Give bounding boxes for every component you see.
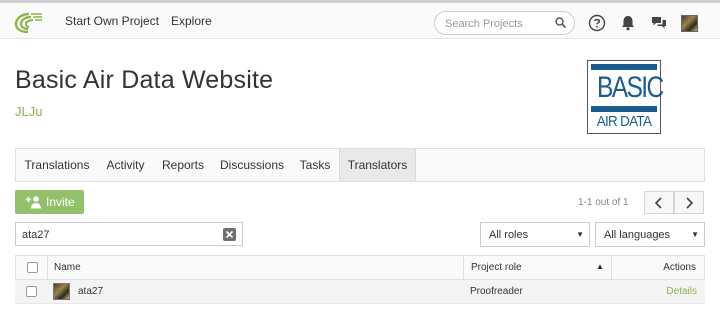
top-navbar: Start Own Project Explore	[0, 0, 720, 39]
select-all-checkbox[interactable]	[27, 262, 38, 273]
languages-select-value: All languages	[604, 229, 671, 241]
details-link[interactable]: Details	[666, 286, 697, 297]
search-input[interactable]	[445, 16, 557, 31]
tab-tasks[interactable]: Tasks	[291, 149, 339, 181]
column-header-actions: Actions	[611, 256, 704, 279]
table-row: ata27 Proofreader Details	[15, 280, 705, 304]
translator-filter	[15, 222, 243, 246]
roles-select-value: All roles	[489, 229, 529, 241]
invite-label: Invite	[46, 195, 75, 209]
translator-role: Proofreader	[470, 286, 523, 297]
tab-translations[interactable]: Translations	[16, 149, 98, 181]
next-page-button[interactable]	[674, 191, 704, 214]
project-owner-link[interactable]: JLJu	[15, 104, 42, 119]
bell-icon[interactable]	[619, 14, 637, 32]
logo-text-top: BASIC	[596, 71, 664, 104]
user-avatar[interactable]	[681, 15, 698, 32]
chat-icon[interactable]	[650, 14, 668, 32]
row-checkbox[interactable]	[26, 286, 37, 297]
chevron-right-icon	[686, 197, 694, 209]
prev-page-button[interactable]	[644, 191, 674, 214]
app-logo-icon[interactable]	[14, 11, 44, 33]
caret-down-icon: ▼	[691, 230, 699, 239]
caret-down-icon: ▼	[576, 230, 584, 239]
search-box	[434, 11, 575, 35]
roles-select[interactable]: All roles ▼	[480, 222, 590, 247]
help-icon[interactable]	[588, 14, 606, 32]
sort-ascending-icon[interactable]: ▲	[596, 262, 604, 271]
tab-reports[interactable]: Reports	[153, 149, 213, 181]
chevron-left-icon	[654, 197, 662, 209]
table-header: Name Project role ▲ Actions	[15, 255, 705, 280]
clear-icon[interactable]	[223, 228, 236, 241]
search-icon[interactable]	[554, 16, 568, 30]
tab-activity[interactable]: Activity	[98, 149, 153, 181]
add-user-icon	[26, 196, 41, 209]
project-logo: BASIC AIR DATA	[587, 60, 664, 134]
column-header-role[interactable]: Project role	[463, 256, 611, 279]
invite-button[interactable]: Invite	[15, 190, 84, 214]
translator-name[interactable]: ata27	[78, 286, 103, 297]
tab-translators[interactable]: Translators	[339, 149, 416, 181]
project-tabs: Translations Activity Reports Discussion…	[15, 148, 705, 182]
column-header-name[interactable]: Name	[47, 256, 463, 279]
translators-table: Name Project role ▲ Actions ata27 Proofr…	[15, 255, 705, 309]
nav-start-own-project[interactable]: Start Own Project	[65, 14, 159, 28]
project-title: Basic Air Data Website	[15, 66, 274, 94]
logo-text-bottom: AIR DATA	[596, 113, 652, 130]
tab-discussions[interactable]: Discussions	[213, 149, 291, 181]
translator-search-input[interactable]	[22, 227, 212, 242]
pagination-info: 1-1 out of 1	[578, 197, 629, 208]
nav-explore[interactable]: Explore	[171, 14, 212, 28]
languages-select[interactable]: All languages ▼	[595, 222, 705, 247]
translator-avatar	[53, 283, 70, 300]
